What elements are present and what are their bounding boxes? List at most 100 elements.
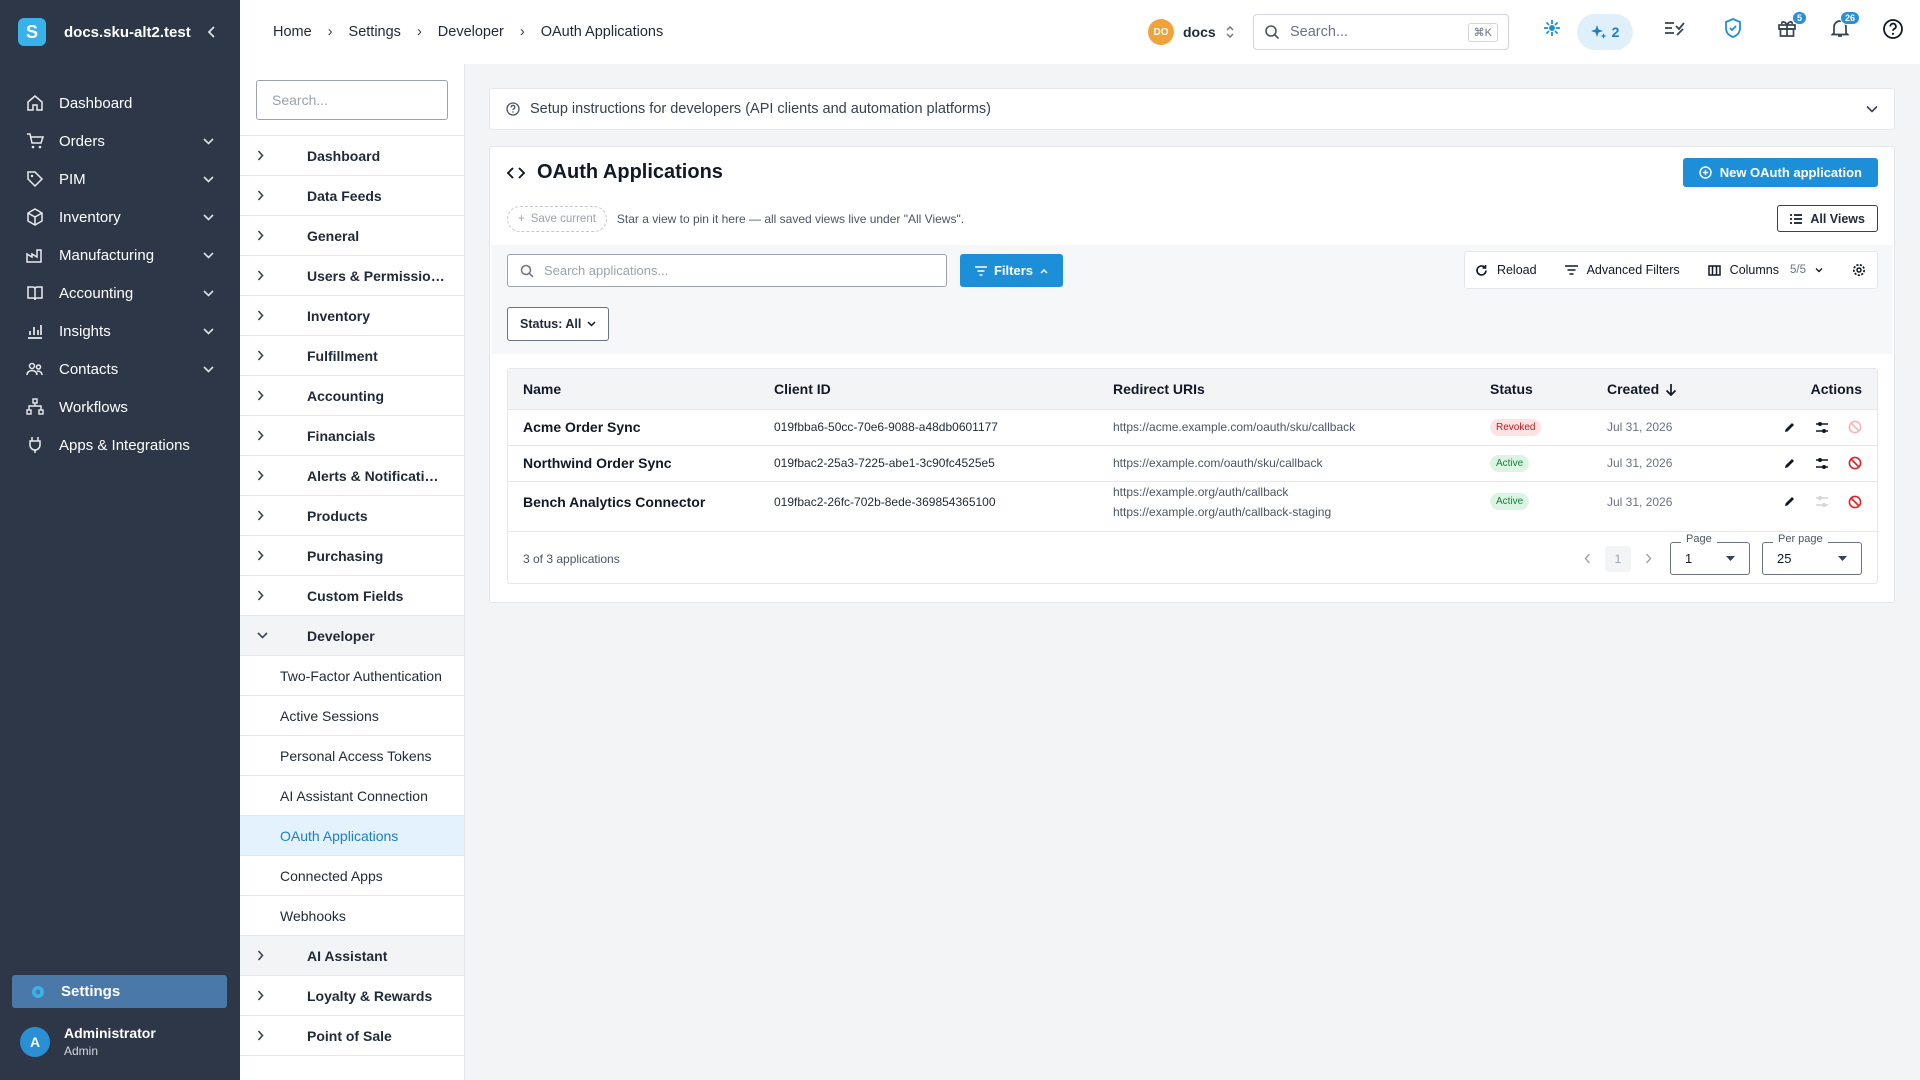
columns-button[interactable]: Columns 5/5 [1707,263,1823,277]
breadcrumb-settings[interactable]: Settings [349,24,401,40]
app-name[interactable]: Acme Order Sync [508,408,759,445]
settings-item-ai-assistant-connection[interactable]: AI Assistant Connection [240,776,464,816]
settings-section-dashboard[interactable]: Dashboard [240,136,464,176]
settings-section-data-feeds[interactable]: Data Feeds [240,176,464,216]
sidebar-item-accounting[interactable]: Accounting [0,274,240,312]
sidebar-item-apps-and-integrations[interactable]: Apps & Integrations [0,426,240,464]
settings-section-developer[interactable]: Developer [240,616,464,656]
settings-section-custom-fields[interactable]: Custom Fields [240,576,464,616]
sidebar-item-inventory[interactable]: Inventory [0,198,240,236]
edit-icon[interactable] [1783,495,1796,508]
page-number[interactable]: 1 [1605,545,1631,572]
settings-section-fulfillment[interactable]: Fulfillment [240,336,464,376]
sidebar-item-workflows[interactable]: Workflows [0,388,240,426]
settings-section-accounting[interactable]: Accounting [240,376,464,416]
setup-instructions-accordion[interactable]: Setup instructions for developers (API c… [489,88,1895,130]
org-switcher[interactable]: DO docs [1148,19,1234,45]
settings-section-inventory[interactable]: Inventory [240,296,464,336]
tasks-icon[interactable] [1663,18,1685,38]
col-header-status[interactable]: Status [1475,369,1592,409]
settings-item-active-sessions[interactable]: Active Sessions [240,696,464,736]
sidebar-item-dashboard[interactable]: Dashboard [0,84,240,122]
settings-section-general[interactable]: General [240,216,464,256]
save-current-view-button[interactable]: + Save current [507,205,607,232]
sidebar-item-insights[interactable]: Insights [0,312,240,350]
book-icon [26,284,44,302]
sidebar-nav: Dashboard Orders PIM Inventory Manufacturing… [0,84,240,464]
breadcrumb-home[interactable]: Home [273,24,312,40]
page-select[interactable]: Page 1 [1670,533,1750,575]
app-name[interactable]: Northwind Order Sync [508,444,759,481]
settings-section-financials[interactable]: Financials [240,416,464,456]
settings-item-oauth-applications[interactable]: OAuth Applications [240,816,464,856]
help-icon[interactable] [1882,18,1904,40]
bell-icon[interactable]: 26 [1830,11,1860,38]
col-header-name[interactable]: Name [508,369,759,409]
revoke-icon[interactable] [1848,456,1862,470]
sidebar-item-orders[interactable]: Orders [0,122,240,160]
edit-icon[interactable] [1783,457,1796,470]
app-logo[interactable]: S [18,18,46,46]
gift-icon[interactable]: 5 [1777,11,1807,38]
chevron-down-icon [203,289,214,297]
settings-section-loyalty-and-rewards[interactable]: Loyalty & Rewards [240,976,464,1016]
ai-assistant-button[interactable]: 2 [1577,14,1633,50]
chevron-left-icon[interactable] [1584,553,1591,564]
table-row[interactable]: Bench Analytics Connector 019fbac2-26fc-7… [508,480,1877,522]
edit-icon[interactable] [1783,421,1796,434]
sidebar-item-label: Manufacturing [59,246,155,264]
sidebar-item-pim[interactable]: PIM [0,160,240,198]
chevron-right-icon [257,470,283,481]
sidebar-item-contacts[interactable]: Contacts [0,350,240,388]
global-search[interactable]: Search... ⌘K [1253,14,1509,50]
tag-icon [26,170,44,188]
settings-item-webhooks[interactable]: Webhooks [240,896,464,936]
scopes-icon[interactable] [1815,457,1829,470]
settings-item-connected-apps[interactable]: Connected Apps [240,856,464,896]
table-row[interactable]: Acme Order Sync 019fbba6-50cc-70e6-9088-a… [508,408,1877,445]
redirect-uri: https://example.org/auth/callback [1113,484,1289,499]
site-name[interactable]: docs.sku-alt2.test [64,24,202,41]
chevron-right-icon[interactable] [1645,553,1652,564]
settings-search-input[interactable]: Search... [256,80,448,120]
sidebar-item-settings[interactable]: Settings [12,975,227,1008]
scopes-icon[interactable] [1815,421,1829,434]
user-profile[interactable]: A Administrator Admin [20,1025,156,1058]
per-page-select[interactable]: Per page 25 [1762,533,1862,575]
new-oauth-application-button[interactable]: New OAuth application [1682,158,1878,187]
search-applications-input[interactable]: Search applications... [507,254,947,287]
settings-section-point-of-sale[interactable]: Point of Sale [240,1016,464,1056]
created-date: Jul 31, 2026 [1592,408,1742,445]
settings-section-purchasing[interactable]: Purchasing [240,536,464,576]
status-filter-dropdown[interactable]: Status: All [507,307,610,341]
app-name[interactable]: Bench Analytics Connector [508,480,759,522]
integrations-icon[interactable] [1542,18,1562,38]
scopes-icon[interactable] [1815,495,1829,508]
settings-item-two-factor-authentication[interactable]: Two-Factor Authentication [240,656,464,696]
settings-section-alerts-and-notifications[interactable]: Alerts & Notifications [240,456,464,496]
advanced-filters-button[interactable]: Advanced Filters [1564,263,1680,277]
table-row[interactable]: Northwind Order Sync 019fbac2-25a3-7225-a… [508,444,1877,481]
settings-section-users-and-permissions[interactable]: Users & Permissions [240,256,464,296]
chevron-down-icon [1815,267,1823,273]
collapse-sidebar-icon[interactable] [202,25,222,39]
col-header-created[interactable]: Created [1592,369,1742,409]
all-views-button[interactable]: All Views [1777,205,1878,232]
revoke-icon[interactable] [1848,495,1862,509]
reload-button[interactable]: Reload [1475,263,1537,277]
list-icon [1790,213,1803,224]
actions-cell [1742,480,1877,522]
chevron-right-icon [257,950,283,961]
filters-button[interactable]: Filters [960,254,1063,287]
settings-section-products[interactable]: Products [240,496,464,536]
col-header-client-id[interactable]: Client ID [759,369,1098,409]
settings-item-label: Two-Factor Authentication [280,667,442,684]
settings-item-personal-access-tokens[interactable]: Personal Access Tokens [240,736,464,776]
table-settings-button[interactable] [1851,262,1867,278]
breadcrumb-developer[interactable]: Developer [438,24,504,40]
settings-section-ai-assistant[interactable]: AI Assistant [240,936,464,976]
sidebar-item-manufacturing[interactable]: Manufacturing [0,236,240,274]
redirect-uri: https://acme.example.com/oauth/sku/callb… [1113,420,1356,434]
shield-icon[interactable] [1724,18,1742,38]
col-header-redirect-uris[interactable]: Redirect URIs [1098,369,1475,409]
